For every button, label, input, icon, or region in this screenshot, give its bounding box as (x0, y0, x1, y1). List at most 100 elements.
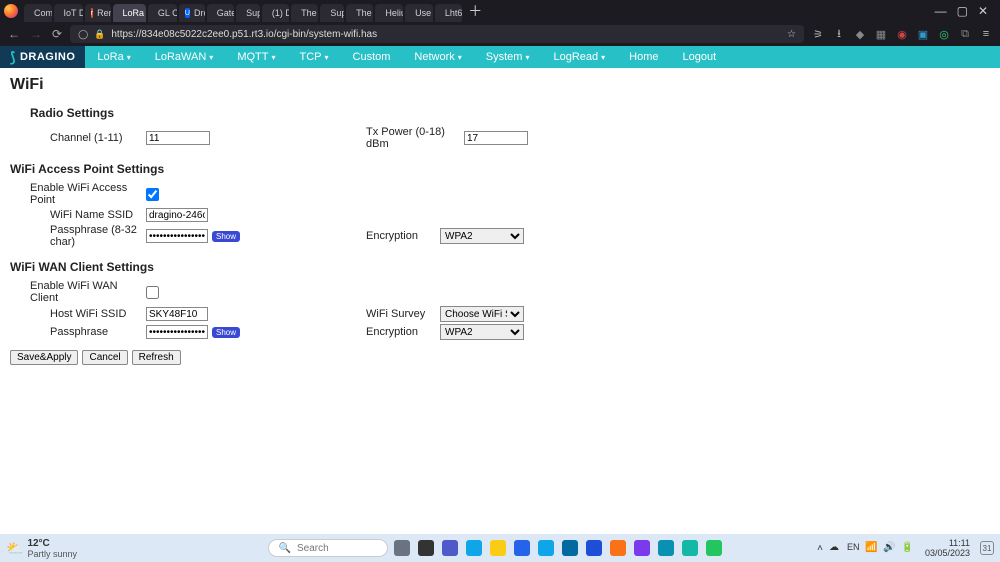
taskbar-weather[interactable]: ⛅ 12°C Partly sunny (6, 538, 166, 559)
nav-item-mqtt[interactable]: MQTT▾ (225, 46, 287, 68)
extension-icon-3[interactable]: ◉ (896, 28, 908, 41)
browser-tab[interactable]: Support (320, 4, 344, 22)
browser-tab[interactable]: rRemote.It (85, 4, 111, 22)
taskbar-search[interactable]: 🔍 Search (268, 539, 388, 557)
nav-item-tcp[interactable]: TCP▾ (288, 46, 341, 68)
nav-item-home[interactable]: Home (617, 46, 670, 68)
permissions-icon[interactable]: ⚞ (812, 28, 824, 41)
ap-pass-show-button[interactable]: Show (212, 231, 240, 242)
taskbar-pinned-apps (394, 540, 722, 556)
nav-item-lorawan[interactable]: LoRaWAN▾ (143, 46, 226, 68)
tray-wifi-icon[interactable]: 📶 (865, 542, 877, 554)
forward-button[interactable]: → (30, 27, 42, 41)
app-menu-button[interactable]: ≡ (980, 28, 992, 40)
ap-enable-checkbox[interactable] (146, 188, 159, 201)
channel-label: Channel (1-11) (50, 132, 146, 144)
search-placeholder: Search (297, 543, 329, 554)
download-icon[interactable]: ⭳ (833, 25, 845, 44)
taskbar-app-11[interactable] (634, 540, 650, 556)
save-apply-button[interactable]: Save&Apply (10, 350, 78, 365)
brand-text: DRAGINO (20, 51, 75, 63)
taskbar-app-7[interactable] (538, 540, 554, 556)
address-bar[interactable]: ◯ 🔒 https://834e08c5022c2ee0.p51.rt3.io/… (70, 25, 804, 43)
browser-tab[interactable]: Gateways - (207, 4, 234, 22)
window-maximize-button[interactable]: ▢ (957, 4, 968, 18)
tray-chevron-icon[interactable]: ˄ (817, 543, 823, 554)
ap-pass-input[interactable] (146, 229, 208, 243)
browser-tab[interactable]: Helium Con (375, 4, 403, 22)
wan-host-label: Host WiFi SSID (50, 308, 146, 320)
channel-input[interactable] (146, 131, 210, 145)
refresh-button[interactable]: Refresh (132, 350, 181, 365)
extension-icon-6[interactable]: ⧉ (959, 28, 971, 41)
browser-tab[interactable]: (1) Dragino (262, 4, 289, 22)
tray-cloud-icon[interactable]: ☁ (829, 542, 841, 554)
tab-label: Support (246, 8, 260, 18)
taskbar-tray: ˄ ☁ EN 📶 🔊 🔋 11:11 03/05/2023 31 (817, 538, 994, 558)
taskbar-app-4[interactable] (466, 540, 482, 556)
tray-battery-icon[interactable]: 🔋 (901, 542, 913, 554)
nav-item-system[interactable]: System▾ (474, 46, 542, 68)
cancel-button[interactable]: Cancel (82, 350, 127, 365)
browser-tab[interactable]: Use the Hel (405, 4, 433, 22)
wan-pass-show-button[interactable]: Show (212, 327, 240, 338)
taskbar-clock[interactable]: 11:11 03/05/2023 (925, 538, 970, 558)
browser-tab[interactable]: Support (236, 4, 260, 22)
tab-label: The Things (301, 8, 318, 18)
taskbar-app-1[interactable] (394, 540, 410, 556)
bookmark-star-icon[interactable]: ☆ (787, 29, 796, 40)
browser-tab[interactable]: Commercia (24, 4, 52, 22)
taskbar-app-6[interactable] (514, 540, 530, 556)
reload-button[interactable]: ⟳ (52, 27, 62, 41)
extension-icon-5[interactable]: ◎ (938, 28, 950, 41)
new-tab-button[interactable]: ＋ (462, 1, 488, 21)
nav-item-network[interactable]: Network▾ (402, 46, 473, 68)
window-minimize-button[interactable]: — (935, 4, 947, 18)
wan-survey-label: WiFi Survey (366, 308, 440, 320)
back-button[interactable]: ← (8, 27, 20, 41)
search-icon: 🔍 (279, 543, 291, 554)
browser-tab[interactable]: IoT Device M (54, 4, 83, 22)
extension-icon-4[interactable]: ▣ (917, 28, 929, 41)
browser-tab[interactable]: The Things (346, 4, 373, 22)
browser-tab[interactable]: GL CCTV Sit (148, 4, 177, 22)
ap-enc-select[interactable]: WPA2 (440, 228, 524, 244)
nav-item-label: Network (414, 51, 454, 63)
nav-item-custom[interactable]: Custom (341, 46, 403, 68)
taskbar-app-2[interactable] (418, 540, 434, 556)
nav-item-logread[interactable]: LogRead▾ (541, 46, 617, 68)
taskbar-app-14[interactable] (706, 540, 722, 556)
wan-pass-input[interactable] (146, 325, 208, 339)
taskbar-app-13[interactable] (682, 540, 698, 556)
nav-item-lora[interactable]: LoRa▾ (85, 46, 142, 68)
weather-temp: 12°C (27, 538, 77, 549)
wan-survey-select[interactable]: Choose WiFi SSID... (440, 306, 524, 322)
tx-power-input[interactable] (464, 131, 528, 145)
wan-enc-select[interactable]: WPA2 (440, 324, 524, 340)
taskbar-app-8[interactable] (562, 540, 578, 556)
browser-tab[interactable]: Lht65 | Heli (435, 4, 462, 22)
brand-logo[interactable]: ⟆ DRAGINO (0, 46, 85, 68)
taskbar-app-9[interactable] (586, 540, 602, 556)
ap-ssid-input[interactable] (146, 208, 208, 222)
caret-down-icon: ▾ (209, 53, 213, 62)
taskbar-app-3[interactable] (442, 540, 458, 556)
taskbar-app-10[interactable] (610, 540, 626, 556)
notifications-button[interactable]: 31 (980, 541, 994, 555)
taskbar-app-5[interactable] (490, 540, 506, 556)
tray-volume-icon[interactable]: 🔊 (883, 542, 895, 554)
window-close-button[interactable]: ✕ (978, 4, 988, 18)
browser-tab[interactable]: LoRa Gateway× (113, 4, 146, 22)
nav-item-logout[interactable]: Logout (671, 46, 729, 68)
wan-enable-checkbox[interactable] (146, 286, 159, 299)
tab-label: (1) Dragino (272, 8, 289, 18)
extension-icon-1[interactable]: ◆ (854, 28, 866, 41)
tray-lang-icon[interactable]: EN (847, 542, 859, 554)
brand-glyph-icon: ⟆ (10, 49, 16, 66)
browser-tab[interactable]: UDropbox - (179, 4, 205, 22)
wan-host-input[interactable] (146, 307, 208, 321)
taskbar-app-12[interactable] (658, 540, 674, 556)
extension-icon-2[interactable]: ▦ (875, 28, 887, 41)
caret-down-icon: ▾ (325, 53, 329, 62)
browser-tab[interactable]: The Things (291, 4, 318, 22)
